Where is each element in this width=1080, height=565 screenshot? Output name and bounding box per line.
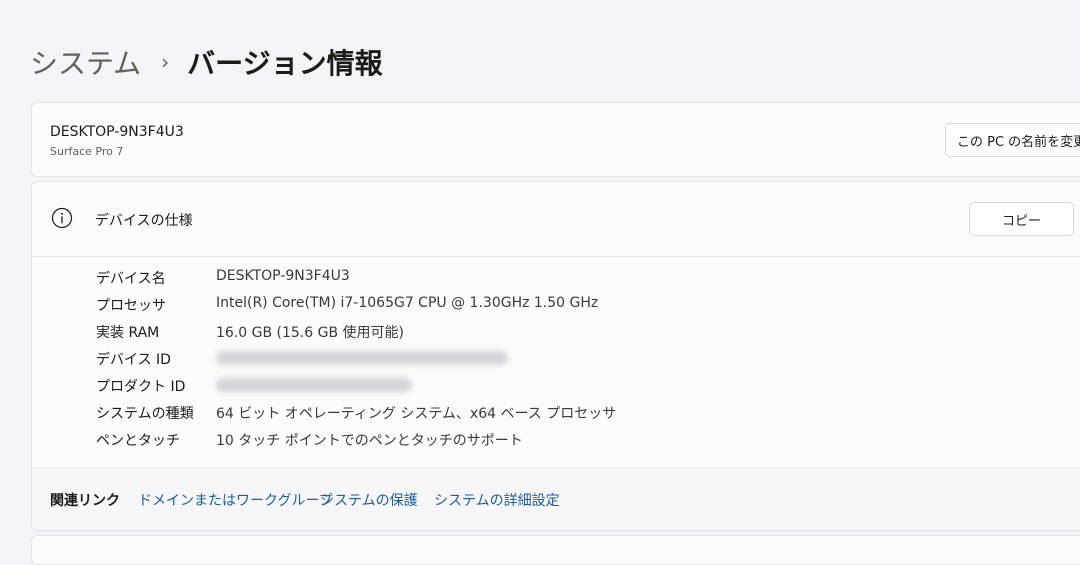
related-links-title: 関連リンク: [50, 493, 120, 509]
domain-workgroup-link[interactable]: ドメインまたはワークグループ: [138, 490, 333, 510]
copy-button[interactable]: コピー: [969, 202, 1074, 236]
spec-value: Intel(R) Core(TM) i7-1065G7 CPU @ 1.30GH…: [216, 295, 599, 311]
system-protection-link[interactable]: システムの保護: [320, 490, 418, 510]
spec-row-system-type: システムの種類 64 ビット オペレーティング システム、x64 ベース プロセ…: [32, 399, 1080, 426]
spec-list: デバイス名 DESKTOP-9N3F4U3 プロセッサ Intel(R) Cor…: [32, 264, 1080, 453]
redacted-value: [216, 378, 412, 392]
spec-value: 64 ビット オペレーティング システム、x64 ベース プロセッサ: [216, 406, 617, 422]
spec-row-device-name: デバイス名 DESKTOP-9N3F4U3: [32, 264, 1080, 291]
related-links: 関連リンク ドメインまたはワークグループ システムの保護 システムの詳細設定: [32, 467, 1080, 530]
spec-value: DESKTOP-9N3F4U3: [216, 268, 350, 284]
spec-row-device-id: デバイス ID: [32, 345, 1080, 372]
device-model: Surface Pro 7: [50, 145, 124, 158]
rename-pc-button[interactable]: この PC の名前を変更: [945, 123, 1080, 157]
spec-label: デバイス ID: [96, 352, 171, 368]
advanced-system-settings-link[interactable]: システムの詳細設定: [434, 490, 560, 510]
device-specs-card: デバイスの仕様 コピー デバイス名 DESKTOP-9N3F4U3 プロセッサ …: [31, 181, 1080, 531]
spec-label: デバイス名: [96, 271, 166, 287]
spec-label: ペンとタッチ: [96, 433, 180, 449]
spec-row-pen-touch: ペンとタッチ 10 タッチ ポイントでのペンとタッチのサポート: [32, 426, 1080, 453]
breadcrumb: システム › バージョン情報: [30, 42, 383, 82]
spec-label: システムの種類: [96, 406, 194, 422]
chevron-right-icon: ›: [161, 50, 170, 74]
device-specs-title: デバイスの仕様: [95, 213, 193, 229]
spec-value: 10 タッチ ポイントでのペンとタッチのサポート: [216, 433, 523, 449]
device-specs-header[interactable]: デバイスの仕様 コピー: [32, 182, 1080, 257]
spec-label: 実装 RAM: [96, 325, 160, 341]
page-title: バージョン情報: [187, 47, 383, 80]
device-name: DESKTOP-9N3F4U3: [50, 124, 184, 140]
spec-row-product-id: プロダクト ID: [32, 372, 1080, 399]
redacted-value: [216, 351, 508, 365]
device-name-card: DESKTOP-9N3F4U3 Surface Pro 7 この PC の名前を…: [31, 102, 1080, 177]
info-icon: [51, 207, 73, 229]
spec-label: プロダクト ID: [96, 379, 186, 395]
spec-row-ram: 実装 RAM 16.0 GB (15.6 GB 使用可能): [32, 318, 1080, 345]
next-section-card: [31, 535, 1080, 565]
spec-value: 16.0 GB (15.6 GB 使用可能): [216, 325, 404, 341]
breadcrumb-system-link[interactable]: システム: [30, 42, 141, 82]
spec-row-processor: プロセッサ Intel(R) Core(TM) i7-1065G7 CPU @ …: [32, 291, 1080, 318]
spec-label: プロセッサ: [96, 298, 166, 314]
